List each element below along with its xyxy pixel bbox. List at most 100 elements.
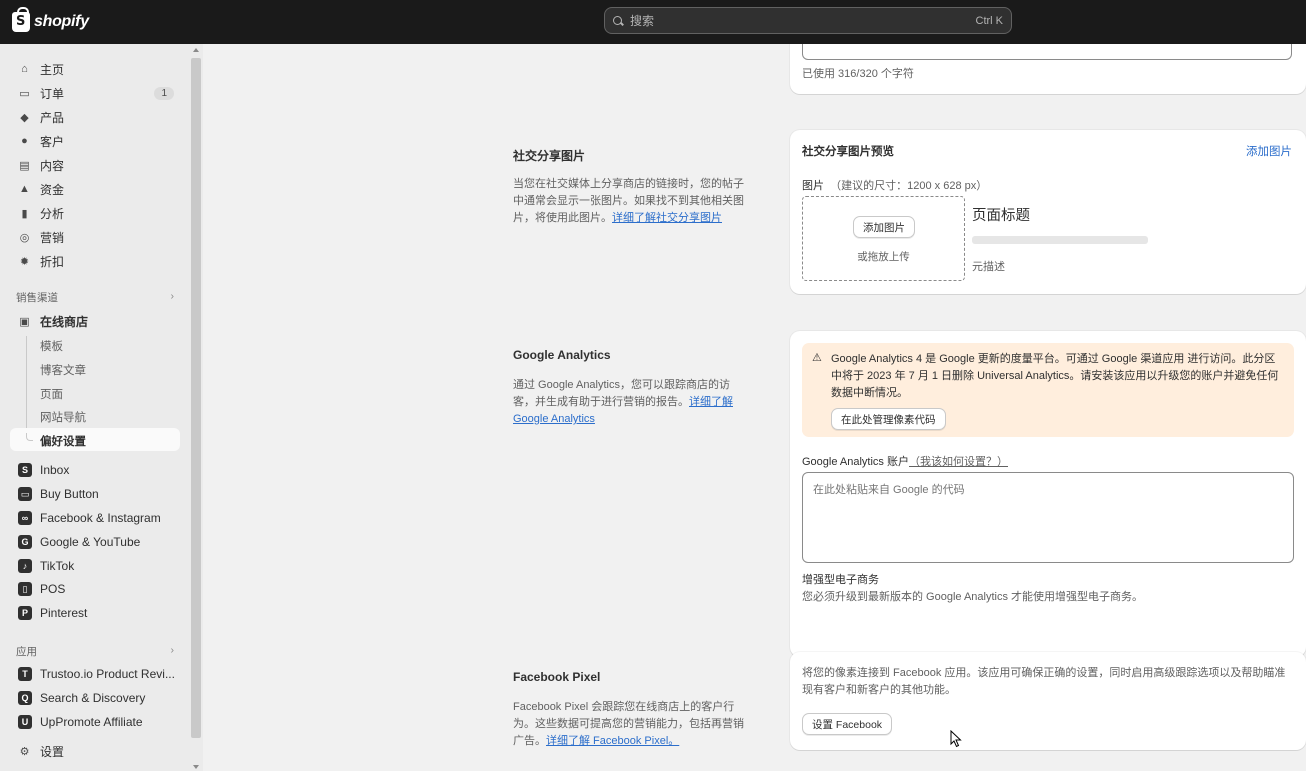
search-bar[interactable]: Ctrl K — [604, 7, 1012, 34]
image-dropzone[interactable]: 添加图片 或拖放上传 — [802, 196, 965, 281]
search-discovery-icon: Q — [18, 691, 32, 705]
sidebar-item-label: 营销 — [40, 230, 65, 245]
pos-icon: ▯ — [18, 582, 32, 596]
meta-description-input[interactable] — [802, 44, 1292, 60]
ga-code-textarea[interactable] — [802, 472, 1294, 563]
social-preview-title: 社交分享图片预览 — [802, 146, 894, 158]
social-share-card: 社交分享图片预览 添加图片 图片 （建议的尺寸：1200 x 628 px） 添… — [790, 130, 1306, 294]
tag-icon: ◆ — [20, 111, 29, 124]
sidebar-item-content[interactable]: ▤ 内容 — [10, 154, 180, 176]
scroll-down-arrow-icon[interactable] — [193, 765, 199, 769]
sidebar-item-products[interactable]: ◆ 产品 — [10, 106, 180, 128]
shopify-logo[interactable]: shopify — [12, 7, 89, 35]
scroll-up-arrow-icon[interactable] — [193, 48, 199, 52]
sidebar-scrollbar[interactable] — [191, 58, 201, 738]
ga-setup-help-link[interactable]: （我该如何设置？） — [909, 456, 1008, 468]
apps-label: 应用 — [16, 646, 37, 658]
apps-heading[interactable]: 应用 › — [16, 644, 174, 659]
sidebar-item-analytics[interactable]: ▮ 分析 — [10, 202, 180, 224]
chevron-right-icon: › — [170, 644, 175, 656]
sidebar-item-finances[interactable]: ▲ 资金 — [10, 178, 180, 200]
sales-channels-label: 销售渠道 — [16, 292, 58, 304]
search-shortcut: Ctrl K — [975, 14, 1004, 27]
bank-icon: ▲ — [19, 183, 30, 195]
add-image-link[interactable]: 添加图片 — [1246, 143, 1292, 159]
social-share-description: 当您在社交媒体上分享商店的链接时，您的帖子中通常会显示一张图片。如果找不到其他相… — [513, 176, 745, 227]
tiktok-icon: ♪ — [18, 559, 32, 573]
sidebar-item-marketing[interactable]: ◎ 营销 — [10, 226, 180, 248]
sidebar-item-label: UpPromote Affiliate — [40, 715, 143, 729]
image-label: 图片 — [802, 180, 824, 192]
sidebar-channel-tiktok[interactable]: ♪ TikTok — [10, 555, 180, 577]
sidebar-item-home[interactable]: ⌂ 主页 — [10, 58, 180, 80]
sidebar-item-label: TikTok — [40, 559, 75, 573]
shopify-bag-icon — [12, 7, 30, 32]
drop-upload-text: 或拖放上传 — [857, 251, 910, 263]
facebook-pixel-title: Facebook Pixel — [513, 670, 601, 684]
home-icon: ⌂ — [21, 63, 28, 75]
google-analytics-title: Google Analytics — [513, 348, 611, 362]
ga-account-label: Google Analytics 账户 — [802, 456, 909, 468]
sidebar-item-label: 资金 — [40, 182, 65, 197]
sub-nav-line — [26, 336, 27, 440]
target-icon: ◎ — [19, 231, 30, 244]
sidebar-sub-blog-posts[interactable]: 博客文章 — [40, 362, 86, 378]
sidebar-sub-pages[interactable]: 页面 — [40, 386, 63, 402]
add-image-button[interactable]: 添加图片 — [853, 216, 915, 238]
search-icon — [613, 16, 622, 25]
setup-facebook-button[interactable]: 设置 Facebook — [802, 713, 893, 735]
enhanced-ecommerce-desc: 您必须升级到最新版本的 Google Analytics 才能使用增强型电子商务… — [802, 591, 1144, 603]
facebook-pixel-description: Facebook Pixel 会跟踪您在线商店上的客户行为。这些数据可提高您的营… — [513, 699, 745, 750]
sidebar-item-label: POS — [40, 582, 66, 596]
sidebar-item-label: 分析 — [40, 206, 65, 221]
sidebar-sub-navigation[interactable]: 网站导航 — [40, 409, 86, 425]
search-input[interactable] — [630, 13, 976, 28]
google-icon: G — [18, 535, 32, 549]
meta-description-card: 已使用 316/320 个字符 — [790, 44, 1306, 94]
sidebar-item-label: Search & Discovery — [40, 691, 146, 705]
sidebar-item-orders[interactable]: ▭ 订单 1 — [10, 82, 180, 104]
sidebar-item-discounts[interactable]: ✹ 折扣 — [10, 250, 180, 272]
sidebar-item-online-store[interactable]: ▣ 在线商店 — [10, 310, 180, 332]
sidebar-app-search-discovery[interactable]: Q Search & Discovery — [10, 687, 180, 709]
sidebar-item-customers[interactable]: ● 客户 — [10, 130, 180, 152]
social-share-title: 社交分享图片 — [513, 149, 586, 163]
ga-warning-banner: ⚠ Google Analytics 4 是 Google 更新的度量平台。可通… — [802, 343, 1294, 437]
fb-pixel-card-text: 将您的像素连接到 Facebook 应用。该应用可确保正确的设置，同时启用高级跟… — [802, 667, 1286, 696]
meta-icon: ∞ — [18, 511, 32, 525]
sidebar-channel-buy-button[interactable]: ▭ Buy Button — [10, 483, 180, 505]
buy-button-icon: ▭ — [18, 487, 32, 501]
manage-pixel-code-button[interactable]: 在此处管理像素代码 — [831, 408, 946, 430]
sidebar-sub-themes[interactable]: 模板 — [40, 338, 63, 354]
sidebar-channel-facebook[interactable]: ∞ Facebook & Instagram — [10, 507, 180, 529]
sidebar-item-label: Inbox — [40, 463, 70, 477]
sidebar-channel-google[interactable]: G Google & YouTube — [10, 531, 180, 553]
logo-text: shopify — [34, 13, 89, 30]
sub-nav-hook — [26, 433, 33, 441]
sidebar-app-trustoo[interactable]: T Trustoo.io Product Revi... — [10, 663, 180, 685]
orders-count-badge: 1 — [154, 86, 174, 100]
enhanced-ecommerce-title: 增强型电子商务 — [802, 574, 879, 586]
uppromote-icon: U — [18, 715, 32, 729]
fb-learn-more-link[interactable]: 详细了解 Facebook Pixel。 — [546, 735, 679, 747]
sidebar-channel-inbox[interactable]: S Inbox — [10, 459, 180, 481]
sidebar-sub-preferences[interactable]: 偏好设置 — [40, 433, 86, 449]
bar-chart-icon: ▮ — [21, 207, 28, 220]
sidebar-app-uppromote[interactable]: U UpPromote Affiliate — [10, 711, 180, 733]
sidebar-item-label: Pinterest — [40, 606, 88, 620]
main-content: 已使用 316/320 个字符 社交分享图片 当您在社交媒体上分享商店的链接时，… — [215, 44, 1306, 771]
image-size-hint: （建议的尺寸：1200 x 628 px） — [830, 180, 988, 192]
facebook-pixel-card: 将您的像素连接到 Facebook 应用。该应用可确保正确的设置，同时启用高级跟… — [790, 652, 1306, 750]
char-count: 已使用 316/320 个字符 — [802, 68, 914, 80]
sales-channels-heading[interactable]: 销售渠道 › — [16, 290, 174, 305]
sidebar-channel-pos[interactable]: ▯ POS — [10, 578, 180, 600]
sidebar-item-label: 在线商店 — [40, 314, 89, 329]
sidebar-item-label: 主页 — [40, 62, 65, 77]
ga-account-label-row: Google Analytics 账户（我该如何设置？） — [802, 453, 1008, 469]
sidebar-item-settings[interactable]: ⚙ 设置 — [10, 740, 180, 762]
social-share-learn-more-link[interactable]: 详细了解社交分享图片 — [612, 212, 722, 224]
inbox-icon: ▭ — [19, 87, 30, 100]
sidebar-channel-pinterest[interactable]: P Pinterest — [10, 602, 180, 624]
sidebar-item-label: 设置 — [40, 744, 65, 759]
active-sub-item-bg — [10, 428, 180, 451]
